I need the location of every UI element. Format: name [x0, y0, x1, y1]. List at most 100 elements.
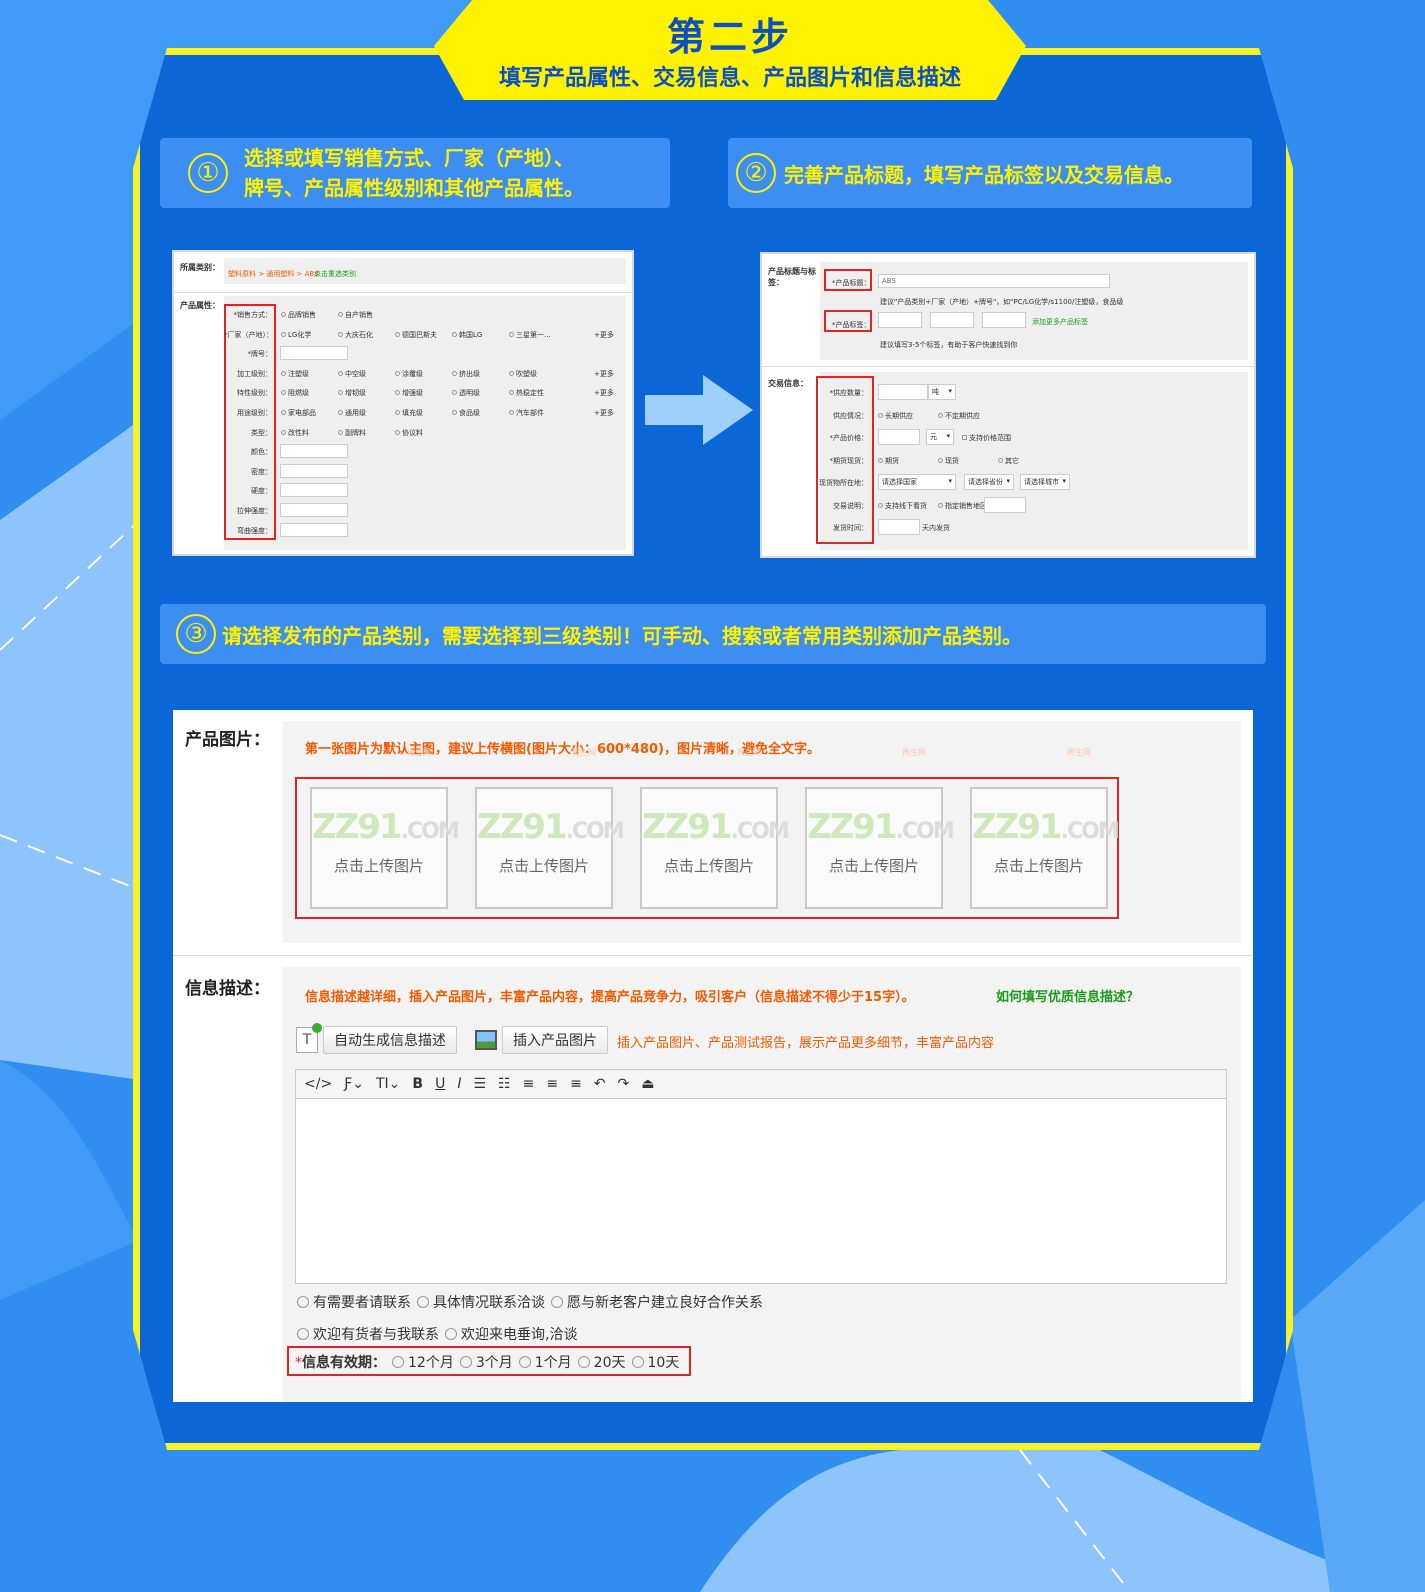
source-code-icon[interactable]: </> — [304, 1076, 332, 1092]
phrase-option[interactable]: 12个月 — [386, 1355, 454, 1371]
trade-option[interactable]: 不定期供应 — [938, 411, 980, 421]
attribute-input[interactable] — [280, 483, 348, 498]
align-left-icon[interactable]: ≡ — [523, 1076, 535, 1092]
attribute-option[interactable]: 涂覆级 — [395, 369, 423, 379]
trade-select[interactable]: 请选择省份 ▾ — [964, 474, 1014, 490]
clear-format-icon[interactable]: ⏏ — [641, 1076, 654, 1092]
attribute-input[interactable] — [280, 463, 348, 478]
description-editor[interactable] — [295, 1098, 1227, 1284]
phrase-option[interactable]: 有需要者请联系 — [291, 1295, 411, 1311]
attribute-option[interactable]: 通用级 — [338, 408, 366, 418]
trade-option-label: 长期供应 — [885, 411, 913, 420]
auto-generate-button[interactable]: 自动生成信息描述 — [323, 1026, 457, 1054]
phrase-option[interactable]: 3个月 — [454, 1355, 513, 1371]
bold-icon[interactable]: B — [412, 1076, 423, 1092]
trade-input[interactable] — [984, 496, 1026, 513]
reselect-category-link[interactable]: 点击重选类别 — [314, 269, 356, 279]
insert-image-button[interactable]: 插入产品图片 — [502, 1026, 608, 1054]
trade-option[interactable]: 其它 — [998, 456, 1019, 466]
attribute-option[interactable]: 注塑级 — [281, 369, 309, 379]
trade-input[interactable] — [878, 429, 920, 445]
howto-link[interactable]: 如何填写优质信息描述？ — [996, 986, 1139, 1005]
category-breadcrumb[interactable]: 塑料原料 > 通用塑料 > ABS — [228, 269, 319, 279]
attribute-option-label: 阻燃级 — [288, 389, 309, 398]
attribute-option[interactable]: 家电部品 — [281, 408, 316, 418]
trade-option[interactable]: 期货 — [878, 456, 899, 466]
phrase-label: 有需要者请联系 — [313, 1295, 411, 1311]
more-link[interactable]: +更多 — [594, 408, 614, 418]
tag-input-2[interactable] — [930, 312, 974, 328]
tag-input-3[interactable] — [982, 312, 1026, 328]
attribute-option[interactable]: 副牌料 — [338, 428, 366, 438]
phrase-option[interactable]: 欢迎有货者与我联系 — [291, 1327, 439, 1343]
product-title-input[interactable] — [878, 274, 1110, 288]
align-right-icon[interactable]: ≡ — [570, 1076, 582, 1092]
attribute-option[interactable]: 改性料 — [281, 428, 309, 438]
numbered-list-icon[interactable]: ☷ — [498, 1076, 511, 1092]
align-center-icon[interactable]: ≡ — [546, 1076, 558, 1092]
upload-image-slot[interactable]: 再生网 ZZ91.COM 点击上传图片 — [805, 748, 955, 909]
trade-input[interactable] — [878, 384, 928, 400]
attribute-option[interactable]: 增韧级 — [338, 388, 366, 398]
attribute-option[interactable]: 自产销售 — [338, 310, 373, 320]
attribute-option[interactable]: LG化学 — [281, 330, 311, 340]
bullet-list-icon[interactable]: ☰ — [473, 1076, 486, 1092]
font-size-icon[interactable]: TI⌄ — [376, 1076, 400, 1092]
phrase-option[interactable]: 1个月 — [513, 1355, 572, 1371]
tag-input-1[interactable] — [878, 312, 922, 328]
phrase-option[interactable]: 具体情况联系洽谈 — [411, 1295, 545, 1311]
attribute-option[interactable]: 吹塑级 — [509, 369, 537, 379]
attribute-option[interactable]: 韩国LG — [452, 330, 482, 340]
attribute-option[interactable]: 挤出级 — [452, 369, 480, 379]
more-link[interactable]: +更多 — [594, 369, 614, 379]
trade-select[interactable]: 吨 ▾ — [928, 384, 956, 400]
attribute-option[interactable]: 食品级 — [452, 408, 480, 418]
trade-option[interactable]: 支持价格范围 — [962, 433, 1011, 443]
trade-select[interactable]: 请选择城市 ▾ — [1020, 474, 1070, 490]
radio-icon — [551, 1296, 563, 1308]
attribute-option[interactable]: 填充级 — [395, 408, 423, 418]
trade-label: *供应数量： — [829, 389, 869, 397]
attribute-option[interactable]: 透明级 — [452, 388, 480, 398]
redo-icon[interactable]: ↷ — [618, 1076, 630, 1092]
phrase-option[interactable]: 20天 — [572, 1355, 626, 1371]
trade-select[interactable]: 元 ▾ — [926, 429, 954, 445]
attribute-option[interactable]: 协议料 — [395, 428, 423, 438]
italic-icon[interactable]: I — [457, 1076, 461, 1092]
phrase-option[interactable]: 欢迎来电垂询,洽谈 — [439, 1327, 577, 1343]
trade-option[interactable]: 指定销售地区 — [938, 501, 987, 511]
attribute-input[interactable] — [280, 503, 348, 517]
upload-image-slot[interactable]: 再生网 ZZ91.COM 点击上传图片 — [310, 748, 460, 909]
trade-option[interactable]: 支持线下看货 — [878, 501, 927, 511]
logo-tag: 再生网 — [407, 748, 431, 757]
step-3-text: 请选择发布的产品类别，需要选择到三级类别！可手动、搜索或者常用类别添加产品类别。 — [222, 623, 1022, 648]
upload-image-slot[interactable]: 再生网 ZZ91.COM 点击上传图片 — [475, 748, 625, 909]
trade-option[interactable]: 长期供应 — [878, 411, 913, 421]
underline-icon[interactable]: U — [435, 1076, 445, 1092]
step-3-box: ③ 请选择发布的产品类别，需要选择到三级类别！可手动、搜索或者常用类别添加产品类… — [160, 604, 1266, 664]
attribute-option[interactable]: 热稳定性 — [509, 388, 544, 398]
trade-select[interactable]: 请选择国家 ▾ — [878, 474, 956, 490]
attribute-option[interactable]: 大庆石化 — [338, 330, 373, 340]
phrase-option[interactable]: 10天 — [626, 1355, 679, 1371]
attribute-option[interactable]: 汽车部件 — [509, 408, 544, 418]
attribute-input[interactable] — [280, 444, 348, 459]
more-link[interactable]: +更多 — [594, 330, 614, 340]
attribute-option[interactable]: 中空级 — [338, 369, 366, 379]
more-link[interactable]: +更多 — [594, 388, 614, 398]
attribute-option[interactable]: 三星第一... — [509, 330, 551, 340]
font-family-icon[interactable]: Ƒ⌄ — [344, 1076, 364, 1092]
trade-input[interactable] — [878, 519, 920, 535]
add-tag-link[interactable]: 添加更多产品标签 — [1032, 317, 1088, 327]
trade-option[interactable]: 现货 — [938, 456, 959, 466]
undo-icon[interactable]: ↶ — [594, 1076, 606, 1092]
attribute-option[interactable]: 增强级 — [395, 388, 423, 398]
upload-image-slot[interactable]: 再生网 ZZ91.COM 点击上传图片 — [640, 748, 790, 909]
attribute-option[interactable]: 阻燃级 — [281, 388, 309, 398]
phrase-option[interactable]: 愿与新老客户建立良好合作关系 — [545, 1295, 763, 1311]
attribute-input[interactable] — [280, 522, 348, 537]
attribute-option[interactable]: 品牌销售 — [281, 310, 316, 320]
attribute-input[interactable] — [280, 346, 348, 361]
attribute-option[interactable]: 德国巴斯夫 — [395, 330, 437, 340]
upload-image-slot[interactable]: 再生网 ZZ91.COM 点击上传图片 — [970, 748, 1120, 909]
